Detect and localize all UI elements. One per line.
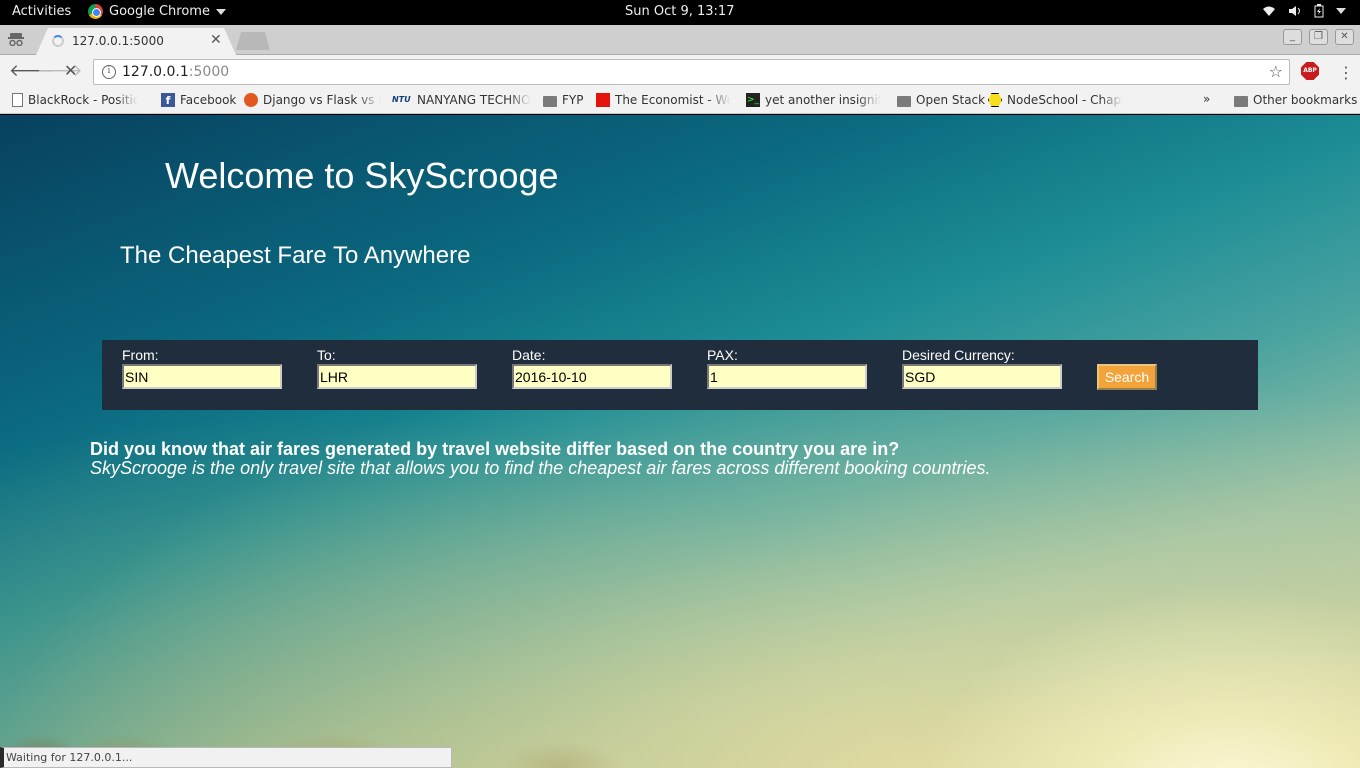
bookmark-folder[interactable]: Open Stack — [897, 93, 985, 107]
to-input[interactable] — [317, 364, 477, 389]
bookmark-item[interactable]: f Facebook — [161, 93, 236, 107]
search-button[interactable]: Search — [1097, 364, 1157, 390]
page-subtitle: The Cheapest Fare To Anywhere — [120, 242, 471, 269]
activities-button[interactable]: Activities — [12, 4, 71, 19]
new-tab-button[interactable] — [236, 32, 270, 50]
bookmark-item[interactable]: BlackRock - Position F — [12, 93, 138, 107]
chevron-down-icon — [215, 8, 226, 15]
web-page: Welcome to SkyScrooge The Cheapest Fare … — [0, 115, 1360, 768]
bookmark-item[interactable]: NTU NANYANG TECHNOL — [392, 93, 531, 107]
app-menu[interactable]: Google Chrome — [88, 4, 226, 19]
nodeschool-icon — [988, 93, 1002, 107]
facebook-icon: f — [161, 93, 175, 107]
date-field: Date: — [512, 347, 672, 389]
bookmark-star-icon[interactable]: ☆ — [1269, 62, 1283, 81]
bookmark-folder[interactable]: FYP — [543, 93, 583, 107]
status-bubble: Waiting for 127.0.0.1... — [0, 747, 452, 768]
stop-loading-icon[interactable]: ✕ — [64, 61, 77, 80]
bookmarks-bar: BlackRock - Position F fFacebook Django … — [0, 88, 1360, 114]
pax-field: PAX: — [707, 347, 867, 389]
ntu-icon: NTU — [392, 95, 411, 104]
bookmarks-overflow-button[interactable]: » — [1203, 92, 1210, 106]
to-label: To: — [317, 347, 336, 363]
from-field: From: — [122, 347, 282, 389]
bookmark-item[interactable]: The Economist - Worl — [596, 93, 731, 107]
folder-icon — [897, 95, 911, 107]
tab-close-icon[interactable]: ✕ — [210, 32, 222, 48]
restore-window-button[interactable]: ❐ — [1309, 29, 1328, 45]
search-form: From: To: Date: PAX: Desired Currency: S… — [102, 340, 1258, 410]
loading-spinner-icon — [52, 35, 64, 47]
to-field: To: — [317, 347, 477, 389]
django-icon — [244, 93, 258, 107]
date-input[interactable] — [512, 364, 672, 389]
bookmark-item[interactable]: >_yet another insignifica — [746, 93, 881, 107]
app-menu-label: Google Chrome — [109, 4, 210, 19]
from-input[interactable] — [122, 364, 282, 389]
page-title: Welcome to SkyScrooge — [165, 155, 559, 196]
chrome-menu-icon[interactable]: ⋮ — [1338, 63, 1354, 82]
wifi-icon — [1263, 6, 1275, 16]
browser-tab[interactable]: 127.0.0.1:5000 ✕ — [36, 28, 236, 55]
info-text: SkyScrooge is the only travel site that … — [90, 458, 991, 478]
from-label: From: — [122, 347, 159, 363]
incognito-icon — [8, 33, 24, 46]
bookmark-item[interactable]: Django vs Flask vs Py — [244, 93, 381, 107]
pax-input[interactable] — [707, 364, 867, 389]
system-top-bar: Activities Google Chrome Sun Oct 9, 13:1… — [0, 0, 1360, 25]
system-tray[interactable] — [1262, 4, 1346, 18]
terminal-icon: >_ — [746, 93, 760, 107]
info-title: Did you know that air fares generated by… — [90, 439, 900, 459]
pax-label: PAX: — [707, 347, 738, 363]
address-url[interactable]: 127.0.0.1:5000 — [122, 64, 229, 80]
currency-label: Desired Currency: — [902, 347, 1015, 363]
clock[interactable]: Sun Oct 9, 13:17 — [625, 4, 734, 19]
economist-icon — [596, 93, 610, 107]
address-bar[interactable]: i 127.0.0.1:5000 ☆ — [93, 59, 1290, 85]
folder-icon — [1234, 95, 1248, 107]
date-label: Date: — [512, 347, 546, 363]
folder-icon — [543, 95, 557, 107]
page-icon — [12, 93, 23, 107]
info-icon[interactable]: i — [102, 65, 116, 79]
volume-icon — [1289, 6, 1300, 16]
bookmark-item[interactable]: NodeSchool - Chapte — [988, 93, 1123, 107]
battery-icon — [1314, 4, 1324, 18]
close-window-button[interactable]: ✕ — [1335, 29, 1354, 45]
minimize-window-button[interactable]: _ — [1283, 29, 1302, 45]
chrome-icon — [88, 4, 103, 19]
other-bookmarks-folder[interactable]: Other bookmarks — [1234, 93, 1357, 107]
browser-toolbar: 🡐 🡒 ✕ i 127.0.0.1:5000 ☆ — [0, 55, 1360, 88]
tab-title: 127.0.0.1:5000 — [72, 34, 164, 48]
currency-field: Desired Currency: — [902, 347, 1062, 389]
currency-input[interactable] — [902, 364, 1062, 389]
tab-strip: 127.0.0.1:5000 ✕ _ ❐ ✕ — [0, 25, 1360, 55]
chevron-down-icon — [1336, 8, 1346, 14]
